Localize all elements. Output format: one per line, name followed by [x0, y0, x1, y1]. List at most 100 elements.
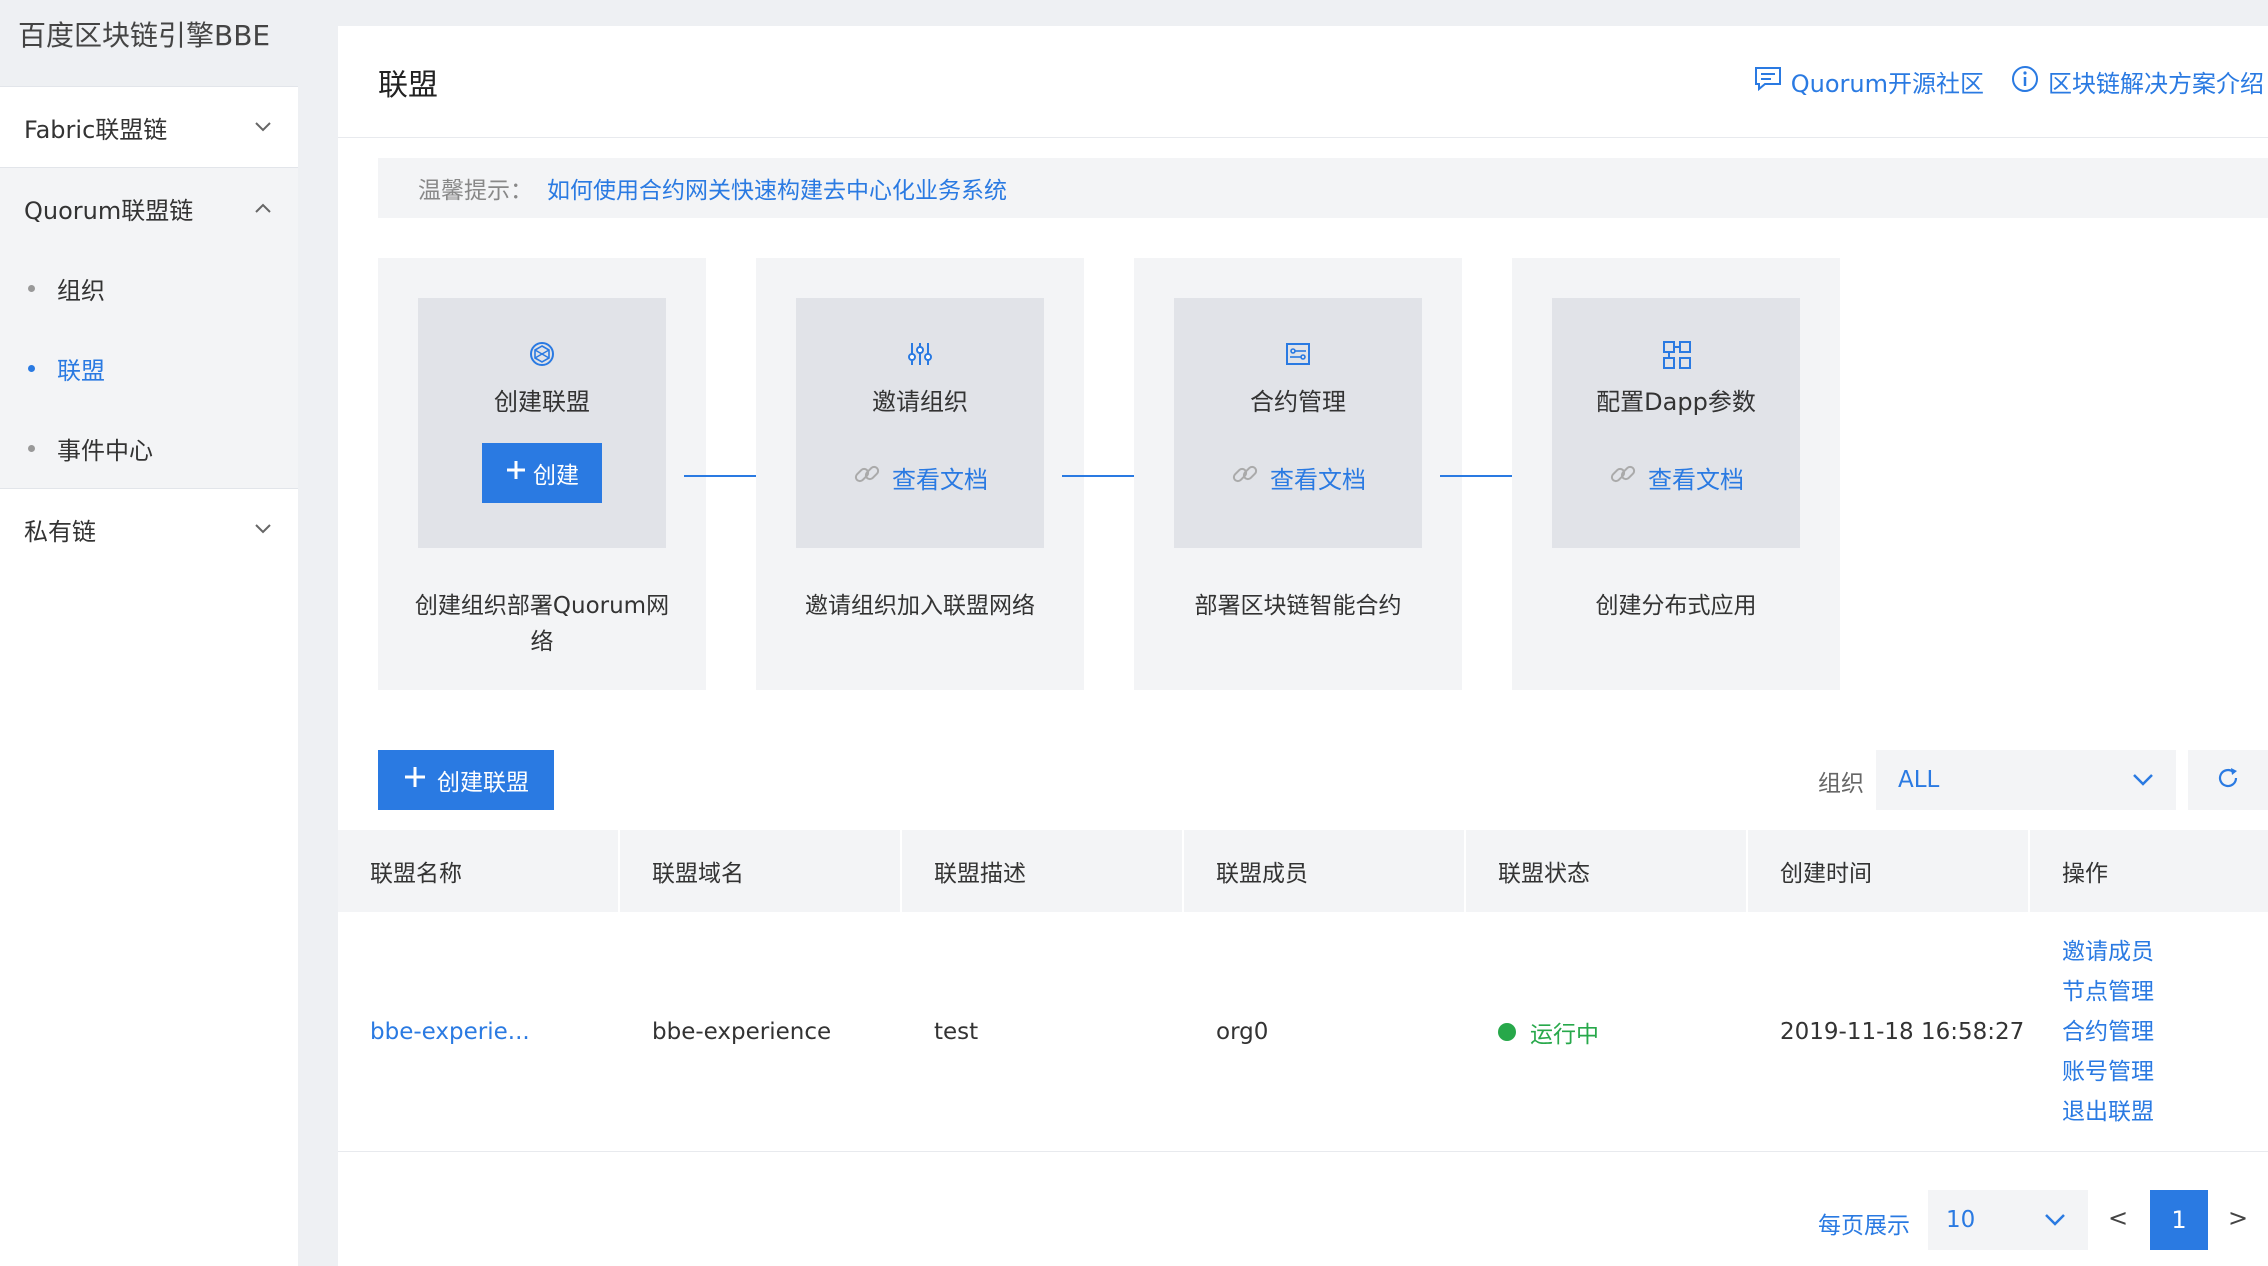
next-page-button[interactable]: > — [2228, 1204, 2248, 1232]
page-title: 联盟 — [378, 67, 438, 103]
modules-icon — [1662, 340, 1691, 369]
step-panel: 配置Dapp参数 查看文档 — [1552, 298, 1800, 548]
page-header: 联盟 Quorum开源社区 区块链解决方案介绍 — [338, 26, 2268, 138]
tip-link[interactable]: 如何使用合约网关快速构建去中心化业务系统 — [547, 171, 1007, 205]
page-1-button[interactable]: 1 — [2150, 1190, 2208, 1250]
view-docs-label: 查看文档 — [1270, 465, 1366, 494]
account-management-link[interactable]: 账号管理 — [2062, 1052, 2154, 1092]
status-text: 运行中 — [1530, 1021, 1599, 1048]
chevron-up-icon — [250, 195, 276, 221]
quorum-community-link[interactable]: Quorum开源社区 — [1753, 64, 1984, 99]
main-panel: 联盟 Quorum开源社区 区块链解决方案介绍 温馨提示： 如何使用合约网关快速… — [338, 26, 2268, 1266]
per-page-value: 10 — [1946, 1207, 1976, 1233]
prev-page-button[interactable]: < — [2108, 1204, 2128, 1232]
chevron-down-icon — [2132, 767, 2154, 793]
nav-quorum[interactable]: Quorum联盟链 — [0, 168, 298, 248]
chevron-down-icon — [250, 516, 276, 542]
chevron-down-icon — [250, 114, 276, 140]
plus-icon — [403, 765, 427, 795]
view-docs-label: 查看文档 — [892, 465, 988, 494]
node-management-link[interactable]: 节点管理 — [2062, 972, 2154, 1012]
step-card-contract-mgmt: 合约管理 查看文档 部署区块链智能合约 — [1134, 258, 1462, 690]
exit-consortium-link[interactable]: 退出联盟 — [2062, 1092, 2154, 1132]
view-docs-link[interactable]: 查看文档 — [852, 459, 988, 495]
contract-management-link[interactable]: 合约管理 — [2062, 1012, 2154, 1052]
table-row: bbe-experie... bbe-experience test org0 … — [338, 912, 2268, 1152]
column-header: 联盟名称 — [338, 830, 620, 912]
step-description: 部署区块链智能合约 — [1194, 593, 1402, 619]
consortium-description: test — [934, 1018, 979, 1045]
column-header: 联盟描述 — [902, 830, 1184, 912]
consortium-domain: bbe-experience — [652, 1018, 832, 1045]
step-panel: 创建联盟 创建 — [418, 298, 666, 548]
column-header: 创建时间 — [1748, 830, 2030, 912]
header-links: Quorum开源社区 区块链解决方案介绍 — [1753, 64, 2268, 100]
consortium-name-link[interactable]: bbe-experie... — [338, 912, 620, 1151]
refresh-button[interactable] — [2188, 750, 2268, 810]
nav-group-fabric: Fabric联盟链 — [0, 86, 298, 167]
step-card-dapp-config: 配置Dapp参数 查看文档 创建分布式应用 — [1512, 258, 1840, 690]
invite-member-link[interactable]: 邀请成员 — [2062, 932, 2154, 972]
tip-banner: 温馨提示： 如何使用合约网关快速构建去中心化业务系统 — [378, 158, 2268, 218]
chevron-down-icon — [2044, 1207, 2066, 1233]
pagination: 每页展示 10 < 1 > — [338, 1190, 2268, 1250]
org-filter-label: 组织 — [1818, 771, 1864, 797]
consortium-status-cell: 运行中 — [1466, 912, 1748, 1151]
chat-icon — [1753, 65, 1783, 99]
step-name: 创建联盟 — [494, 388, 590, 416]
column-header: 操作 — [2062, 861, 2108, 887]
org-filter-select[interactable]: ALL — [1876, 750, 2176, 810]
table-header: 联盟名称 联盟域名 联盟描述 联盟成员 联盟状态 创建时间 操作 — [338, 830, 2268, 912]
nav-quorum-submenu: 组织 联盟 事件中心 — [0, 248, 298, 488]
consortium-table: 联盟名称 联盟域名 联盟描述 联盟成员 联盟状态 创建时间 操作 bbe-exp… — [338, 830, 2268, 1152]
row-actions: 邀请成员 节点管理 合约管理 账号管理 退出联盟 — [2030, 912, 2268, 1151]
sliders-icon — [906, 340, 934, 368]
step-description: 创建组织部署Quorum网络 — [414, 593, 670, 655]
info-icon — [2010, 64, 2040, 100]
create-consortium-label: 创建联盟 — [437, 770, 529, 796]
tip-label: 温馨提示： — [418, 178, 533, 204]
nav-fabric-label: Fabric联盟链 — [24, 115, 168, 144]
link-icon — [1230, 459, 1260, 495]
step-card-create-consortium: 创建联盟 创建 创建组织部署Quorum网络 — [378, 258, 706, 690]
view-docs-link[interactable]: 查看文档 — [1608, 459, 1744, 495]
step-name: 配置Dapp参数 — [1596, 388, 1756, 416]
solution-intro-link[interactable]: 区块链解决方案介绍 — [2010, 64, 2264, 100]
step-panel: 合约管理 查看文档 — [1174, 298, 1422, 548]
view-docs-link[interactable]: 查看文档 — [1230, 459, 1366, 495]
view-docs-label: 查看文档 — [1648, 465, 1744, 494]
step-card-invite-org: 邀请组织 查看文档 邀请组织加入联盟网络 — [756, 258, 1084, 690]
step-create-label: 创建 — [533, 463, 579, 489]
nav-fabric[interactable]: Fabric联盟链 — [0, 87, 298, 167]
sidebar: 百度区块链引擎BBE Fabric联盟链 Quorum联盟链 组织 联盟 事件中… — [0, 0, 298, 1266]
status-badge: 运行中 — [1498, 1015, 1599, 1049]
quorum-community-label: Quorum开源社区 — [1790, 70, 1984, 98]
sidebar-item-org[interactable]: 组织 — [0, 248, 298, 328]
step-name: 合约管理 — [1250, 388, 1346, 416]
column-header: 联盟状态 — [1466, 830, 1748, 912]
sidebar-item-consortium[interactable]: 联盟 — [0, 328, 298, 408]
created-time: 2019-11-18 16:58:27 — [1780, 1018, 2025, 1045]
sidebar-item-label: 事件中心 — [57, 436, 153, 465]
link-icon — [1608, 459, 1638, 495]
plus-icon — [505, 459, 527, 487]
step-description: 创建分布式应用 — [1595, 593, 1757, 619]
sidebar-item-label: 组织 — [57, 276, 105, 305]
link-icon — [852, 459, 882, 495]
contract-icon — [1284, 340, 1312, 368]
column-header: 联盟域名 — [620, 830, 902, 912]
nav-private-chain[interactable]: 私有链 — [0, 489, 298, 569]
brand-title: 百度区块链引擎BBE — [0, 0, 298, 86]
bullet-icon — [28, 284, 35, 292]
per-page-select[interactable]: 10 — [1928, 1190, 2088, 1250]
network-icon — [528, 340, 556, 368]
sidebar-background — [0, 569, 298, 1266]
step-panel: 邀请组织 查看文档 — [796, 298, 1044, 548]
nav-group-quorum: Quorum联盟链 组织 联盟 事件中心 — [0, 167, 298, 488]
create-consortium-button[interactable]: 创建联盟 — [378, 750, 554, 810]
per-page-label: 每页展示 — [1818, 1213, 1910, 1239]
sidebar-item-event-center[interactable]: 事件中心 — [0, 408, 298, 488]
column-header: 联盟成员 — [1184, 830, 1466, 912]
step-name: 邀请组织 — [872, 388, 968, 416]
step-create-button[interactable]: 创建 — [482, 443, 602, 503]
